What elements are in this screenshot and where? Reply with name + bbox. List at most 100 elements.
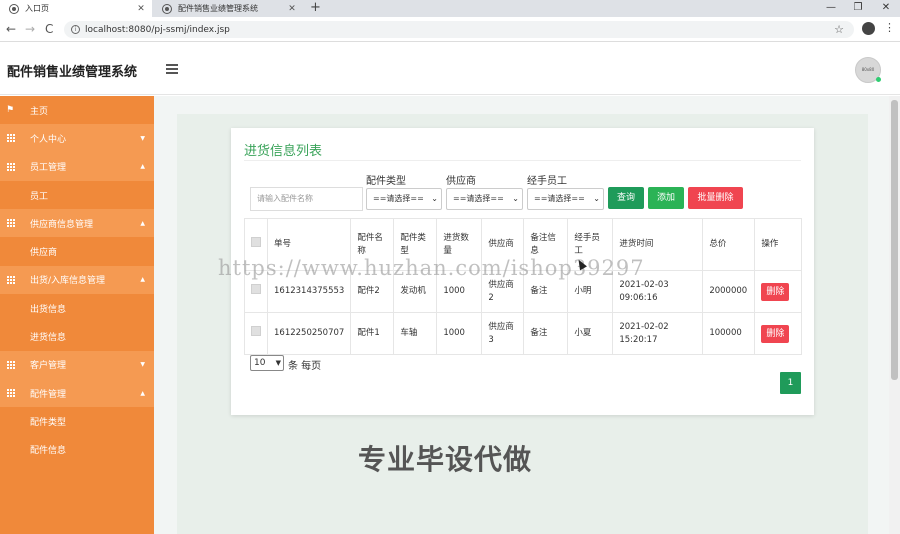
tab-close-icon[interactable]: ✕ xyxy=(134,4,148,14)
add-button[interactable]: 添加 xyxy=(648,187,684,209)
tab-title: 入口页 xyxy=(25,4,49,13)
select-all-checkbox[interactable] xyxy=(251,237,261,247)
profile-icon[interactable] xyxy=(862,22,875,35)
page-size-select[interactable]: 10 ▼ xyxy=(250,355,284,371)
reload-icon[interactable]: C xyxy=(45,21,53,37)
sidebar: ⚑ 主页 个人中心 ▼ 员工管理 ▲ 员工 供应商信息管理 ▲ 供应商 出货/入… xyxy=(0,96,154,534)
browser-toolbar: ← → C i localhost:8080/pj-ssmj/index.jsp… xyxy=(0,17,900,42)
sidebar-item-label: 配件管理 xyxy=(30,389,67,400)
sidebar-item-parts-management[interactable]: 配件管理 ▲ xyxy=(0,378,154,408)
grid-icon xyxy=(7,275,15,284)
new-tab-button[interactable]: + xyxy=(310,0,321,16)
hamburger-icon[interactable] xyxy=(166,64,178,74)
maximize-button[interactable]: ❐ xyxy=(845,0,871,15)
delete-button[interactable]: 删除 xyxy=(761,324,790,343)
caret-up-icon: ▲ xyxy=(140,389,145,397)
row-checkbox[interactable] xyxy=(251,284,261,294)
sidebar-item-staff-management[interactable]: 员工管理 ▲ xyxy=(0,152,154,181)
sidebar-item-supplier[interactable]: 供应商 xyxy=(0,237,154,265)
sidebar-item-label: 个人中心 xyxy=(30,134,67,145)
globe-icon xyxy=(162,3,172,14)
cell-order-no: 1612250250707 xyxy=(266,312,352,355)
tab-title: 配件销售业绩管理系统 xyxy=(178,4,258,13)
sidebar-item-part-type[interactable]: 配件类型 xyxy=(0,407,154,435)
table-row: 1612250250707 配件1 车轴 1000 供应商3 备注 小夏 202… xyxy=(244,312,802,355)
caret-down-icon: ▼ xyxy=(140,134,145,142)
globe-icon xyxy=(9,3,19,14)
page-1-button[interactable]: 1 xyxy=(780,372,801,394)
url-text[interactable]: localhost:8080/pj-ssmj/index.jsp xyxy=(85,25,834,35)
sidebar-item-inout-management[interactable]: 出货/入库信息管理 ▲ xyxy=(0,265,154,295)
sidebar-item-label: 进货信息 xyxy=(30,333,67,344)
close-window-button[interactable]: ✕ xyxy=(873,0,899,15)
purchase-table: 单号 配件名称 配件类型 进货数量 供应商 备注信息 经手员工 进货时间 总价 … xyxy=(244,218,802,355)
cell-supplier: 供应商3 xyxy=(481,312,525,355)
browser-tab-entry[interactable]: 入口页 ✕ xyxy=(0,0,152,17)
title-divider xyxy=(244,160,801,161)
caret-down-icon: ▼ xyxy=(140,361,145,369)
browser-menu-icon[interactable]: ⋮ xyxy=(884,21,895,35)
minimize-button[interactable]: — xyxy=(818,0,844,15)
row-checkbox-cell xyxy=(244,312,268,355)
info-icon[interactable]: i xyxy=(71,25,80,34)
staff-label: 经手员工 xyxy=(527,176,567,187)
staff-select-value: ==请选择== xyxy=(534,194,585,203)
cell-staff: 小夏 xyxy=(567,312,614,355)
page-size-label: 条 每页 xyxy=(288,361,322,372)
sidebar-item-label: 出货/入库信息管理 xyxy=(30,276,106,287)
scrollbar-thumb[interactable] xyxy=(891,100,898,380)
part-type-select-value: ==请选择== xyxy=(373,194,424,203)
sidebar-item-supplier-management[interactable]: 供应商信息管理 ▲ xyxy=(0,209,154,238)
sidebar-item-home[interactable]: ⚑ 主页 xyxy=(0,96,154,125)
row-checkbox[interactable] xyxy=(251,326,261,336)
watermark-text: 专业毕设代做 xyxy=(358,443,533,476)
page-size-value: 10 xyxy=(254,358,266,368)
cell-part-name: 配件1 xyxy=(350,312,395,355)
part-type-select[interactable]: ==请选择== ⌄ xyxy=(366,188,442,210)
caret-up-icon: ▲ xyxy=(140,163,145,171)
column-header: 操作 xyxy=(754,218,802,271)
supplier-label: 供应商 xyxy=(446,176,476,187)
cell-remark: 备注 xyxy=(523,312,569,355)
chevron-down-icon: ⌄ xyxy=(593,194,600,203)
sidebar-item-customer-management[interactable]: 客户管理 ▼ xyxy=(0,350,154,379)
browser-tab-system[interactable]: 配件销售业绩管理系统 ✕ xyxy=(153,0,303,17)
delete-button[interactable]: 删除 xyxy=(761,282,790,301)
grid-icon xyxy=(7,162,15,171)
sidebar-item-shipment[interactable]: 出货信息 xyxy=(0,294,154,322)
cell-quantity: 1000 xyxy=(436,312,483,355)
supplier-select[interactable]: ==请选择== ⌄ xyxy=(446,188,523,210)
cell-total: 2000000 xyxy=(702,270,756,313)
caret-up-icon: ▲ xyxy=(140,276,145,284)
sidebar-item-label: 客户管理 xyxy=(30,361,67,372)
batch-delete-button[interactable]: 批量删除 xyxy=(688,187,743,209)
chevron-down-icon: ▼ xyxy=(275,359,281,367)
caret-up-icon: ▲ xyxy=(140,219,145,227)
tab-close-icon[interactable]: ✕ xyxy=(285,4,299,14)
staff-select[interactable]: ==请选择== ⌄ xyxy=(527,188,604,210)
brand-title: 配件销售业绩管理系统 xyxy=(7,65,138,80)
address-bar[interactable]: i localhost:8080/pj-ssmj/index.jsp ☆ xyxy=(64,21,854,38)
grid-icon xyxy=(7,389,15,398)
sidebar-item-staff[interactable]: 员工 xyxy=(0,181,154,209)
grid-icon xyxy=(7,134,15,143)
cell-actions: 删除 xyxy=(754,270,802,313)
sidebar-item-part-info[interactable]: 配件信息 xyxy=(0,436,154,464)
sidebar-item-label: 出货信息 xyxy=(30,304,67,315)
forward-icon[interactable]: → xyxy=(25,21,35,37)
bookmark-star-icon[interactable]: ☆ xyxy=(834,23,844,36)
page-title: 进货信息列表 xyxy=(244,144,323,159)
sidebar-item-purchase[interactable]: 进货信息 xyxy=(0,322,154,350)
page-scrollbar[interactable] xyxy=(889,96,900,534)
query-button[interactable]: 查询 xyxy=(608,187,644,209)
sidebar-item-label: 配件信息 xyxy=(30,446,67,457)
cell-total: 100000 xyxy=(702,312,756,355)
cell-time: 2021-02-02 15:20:17 xyxy=(612,312,704,355)
supplier-select-value: ==请选择== xyxy=(453,194,504,203)
sidebar-item-label: 员工管理 xyxy=(30,163,67,174)
sidebar-item-personal-center[interactable]: 个人中心 ▼ xyxy=(0,124,154,153)
back-icon[interactable]: ← xyxy=(6,21,16,37)
browser-tabstrip: 入口页 ✕ 配件销售业绩管理系统 ✕ + — ❐ ✕ xyxy=(0,0,900,17)
part-name-search-input[interactable]: 请输入配件名称 xyxy=(250,187,363,211)
online-status-dot xyxy=(876,77,881,82)
